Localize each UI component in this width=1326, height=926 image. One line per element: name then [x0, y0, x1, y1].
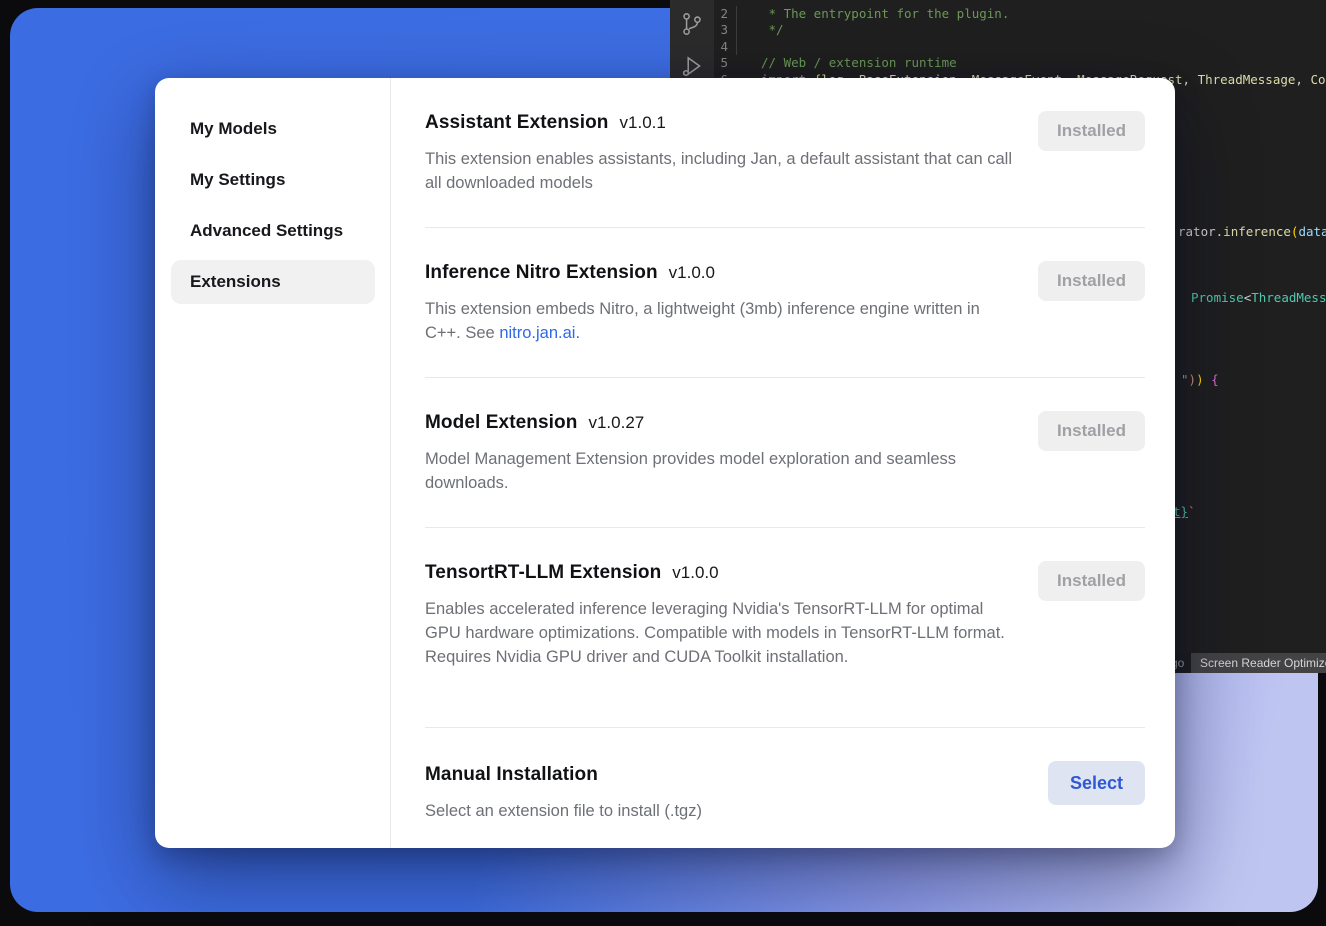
- extension-description: This extension embeds Nitro, a lightweig…: [425, 297, 1013, 345]
- code-fragment: ")) {: [1181, 372, 1219, 388]
- extension-row-tensorrt: TensortRT-LLM Extension v1.0.0 Enables a…: [425, 528, 1145, 728]
- settings-sidebar: My Models My Settings Advanced Settings …: [155, 78, 391, 848]
- code-line: 4: [714, 39, 1326, 55]
- extension-header: Inference Nitro Extension v1.0.0: [425, 262, 1145, 284]
- installed-button: Installed: [1038, 261, 1145, 301]
- extension-header: TensortRT-LLM Extension v1.0.0: [425, 562, 1145, 584]
- code-line: 5// Web / extension runtime: [714, 55, 1326, 71]
- extension-description: This extension enables assistants, inclu…: [425, 147, 1013, 195]
- manual-installation-title: Manual Installation: [425, 764, 598, 786]
- installed-button: Installed: [1038, 111, 1145, 151]
- extension-header: Manual Installation: [425, 764, 1145, 786]
- screen-reader-badge: Screen Reader Optimized: [1191, 653, 1326, 673]
- installed-button: Installed: [1038, 411, 1145, 451]
- code-line: 3 */: [714, 22, 1326, 38]
- extension-row-model: Model Extension v1.0.27 Model Management…: [425, 378, 1145, 528]
- extension-version: v1.0.0: [669, 263, 715, 283]
- extension-row-assistant: Assistant Extension v1.0.1 This extensio…: [425, 78, 1145, 228]
- settings-modal: My Models My Settings Advanced Settings …: [155, 78, 1175, 848]
- extension-header: Model Extension v1.0.27: [425, 412, 1145, 434]
- sidebar-item-advanced-settings[interactable]: Advanced Settings: [171, 209, 375, 253]
- code-line: 2 * The entrypoint for the plugin.: [714, 6, 1326, 22]
- extension-title: Inference Nitro Extension: [425, 262, 658, 284]
- code-lines: 2 * The entrypoint for the plugin. 3 */ …: [714, 6, 1326, 88]
- installed-button: Installed: [1038, 561, 1145, 601]
- source-control-icon[interactable]: [679, 11, 705, 37]
- sidebar-item-my-settings[interactable]: My Settings: [171, 158, 375, 202]
- extension-version: v1.0.0: [672, 563, 718, 583]
- code-fragment: Promise<ThreadMessage>: [1191, 290, 1326, 306]
- extension-description: Model Management Extension provides mode…: [425, 447, 1013, 495]
- extension-version: v1.0.27: [588, 413, 644, 433]
- sidebar-item-extensions[interactable]: Extensions: [171, 260, 375, 304]
- select-file-button[interactable]: Select: [1048, 761, 1145, 805]
- code-fragment: rator.inference(data));: [1178, 224, 1326, 240]
- extensions-panel: Assistant Extension v1.0.1 This extensio…: [391, 78, 1175, 848]
- extension-version: v1.0.1: [620, 113, 666, 133]
- extension-title: Assistant Extension: [425, 112, 609, 134]
- screenshot-canvas: 2 * The entrypoint for the plugin. 3 */ …: [0, 0, 1326, 926]
- extension-description: Enables accelerated inference leveraging…: [425, 597, 1013, 669]
- sidebar-item-my-models[interactable]: My Models: [171, 107, 375, 151]
- run-debug-icon[interactable]: [679, 53, 705, 79]
- manual-installation-row: Manual Installation Select an extension …: [425, 728, 1145, 848]
- extension-row-nitro: Inference Nitro Extension v1.0.0 This ex…: [425, 228, 1145, 378]
- manual-installation-description: Select an extension file to install (.tg…: [425, 799, 1013, 823]
- extension-header: Assistant Extension v1.0.1: [425, 112, 1145, 134]
- extension-title: TensortRT-LLM Extension: [425, 562, 661, 584]
- code-fragment: t}`: [1173, 504, 1196, 520]
- nitro-link[interactable]: nitro.jan.ai.: [499, 324, 580, 342]
- extension-title: Model Extension: [425, 412, 577, 434]
